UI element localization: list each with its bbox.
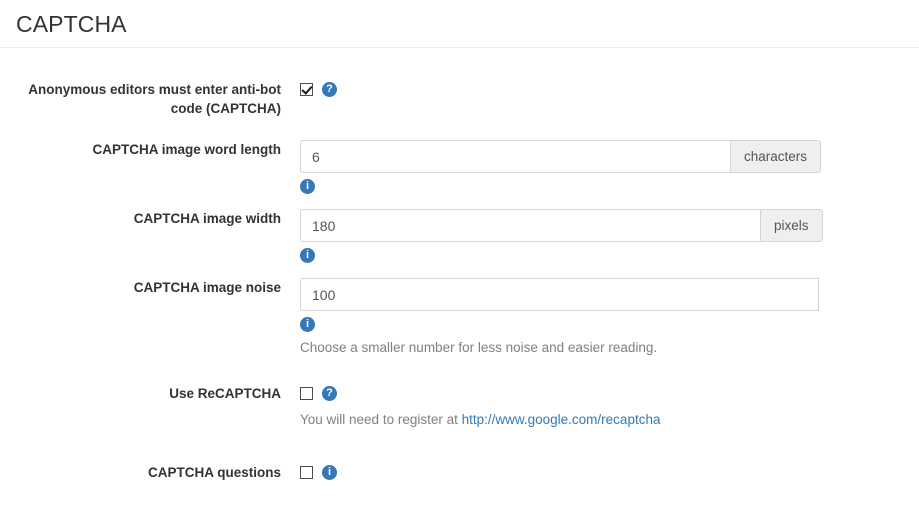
form-row-captcha-questions: CAPTCHA questions i [0, 463, 919, 482]
label-captcha-questions: CAPTCHA questions [0, 463, 281, 482]
image-noise-input[interactable] [300, 278, 819, 311]
form-row-use-recaptcha: Use ReCAPTCHA ? You will need to registe… [0, 384, 919, 429]
image-width-unit-addon: pixels [761, 209, 823, 242]
control-anonymous-captcha: ? [281, 80, 919, 99]
help-row-word-length: i [300, 177, 919, 193]
control-use-recaptcha: ? You will need to register at http://ww… [281, 384, 919, 429]
label-image-noise: CAPTCHA image noise [0, 278, 281, 297]
input-group-image-noise [300, 278, 919, 311]
form-row-word-length: CAPTCHA image word length characters i [0, 140, 919, 193]
help-row-image-noise: i [300, 315, 919, 331]
help-row-image-width: i [300, 246, 919, 262]
word-length-unit-addon: characters [731, 140, 821, 173]
label-image-width: CAPTCHA image width [0, 209, 281, 228]
question-mark-icon[interactable]: ? [322, 82, 337, 97]
control-word-length: characters i [281, 140, 919, 193]
section-header: CAPTCHA [0, 0, 919, 47]
word-length-input[interactable] [300, 140, 731, 173]
help-text-image-noise: Choose a smaller number for less noise a… [300, 338, 919, 357]
info-icon[interactable]: i [322, 465, 337, 480]
header-divider [0, 47, 919, 48]
help-text-prefix: You will need to register at [300, 412, 462, 427]
control-captcha-questions: i [281, 463, 919, 482]
question-mark-icon[interactable]: ? [322, 386, 337, 401]
checkbox-anonymous-captcha[interactable] [300, 83, 313, 96]
input-group-word-length: characters [300, 140, 919, 173]
captcha-settings-page: CAPTCHA Anonymous editors must enter ant… [0, 0, 919, 506]
checkbox-captcha-questions[interactable] [300, 466, 313, 479]
control-image-width: pixels i [281, 209, 919, 262]
form-row-image-width: CAPTCHA image width pixels i [0, 209, 919, 262]
label-word-length: CAPTCHA image word length [0, 140, 281, 159]
label-use-recaptcha: Use ReCAPTCHA [0, 384, 281, 403]
input-group-image-width: pixels [300, 209, 919, 242]
label-anonymous-captcha: Anonymous editors must enter anti-bot co… [0, 80, 281, 118]
page-title: CAPTCHA [16, 10, 903, 47]
info-icon[interactable]: i [300, 317, 315, 332]
help-text-use-recaptcha: You will need to register at http://www.… [300, 410, 919, 429]
form-row-image-noise: CAPTCHA image noise i Choose a smaller n… [0, 278, 919, 357]
form-row-anonymous-captcha: Anonymous editors must enter anti-bot co… [0, 80, 919, 118]
checkbox-use-recaptcha[interactable] [300, 387, 313, 400]
info-icon[interactable]: i [300, 179, 315, 194]
control-image-noise: i Choose a smaller number for less noise… [281, 278, 919, 357]
info-icon[interactable]: i [300, 248, 315, 263]
recaptcha-register-link[interactable]: http://www.google.com/recaptcha [462, 412, 661, 427]
image-width-input[interactable] [300, 209, 761, 242]
